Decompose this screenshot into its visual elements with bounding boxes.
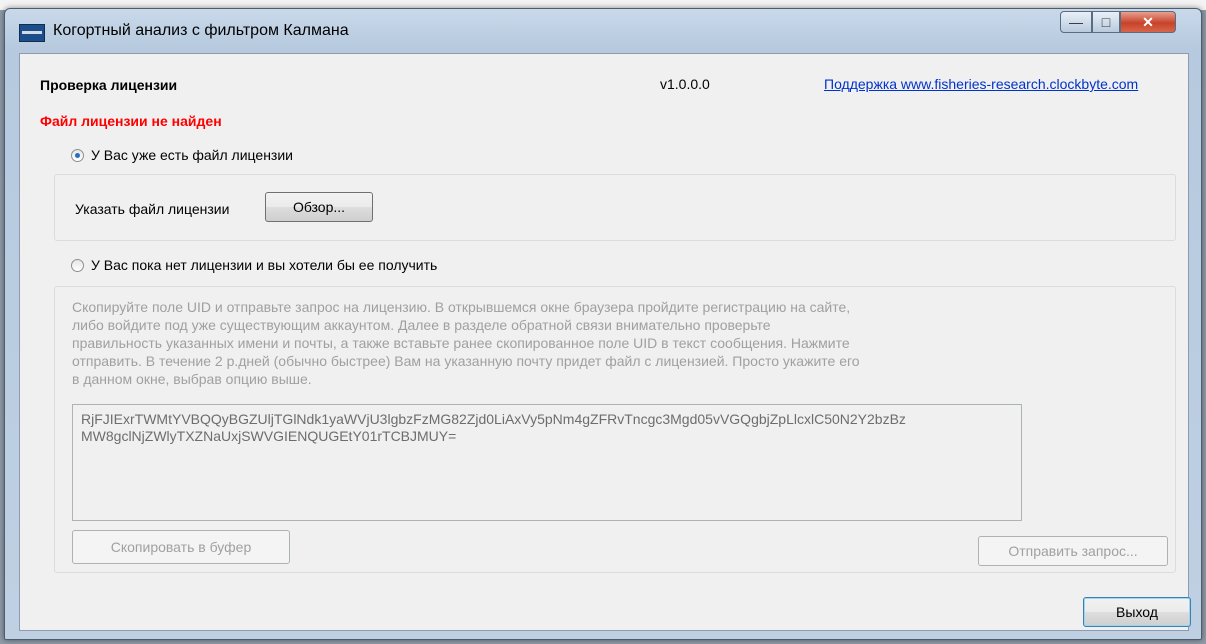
window-title: Когортный анализ с фильтром Калмана: [53, 22, 349, 39]
uid-field[interactable]: RjFJIExrTWMtYVBQQyBGZUljTGlNdk1yaWVjU3lg…: [72, 404, 1022, 521]
maximize-icon: □: [1101, 14, 1111, 30]
browse-button[interactable]: Обзор...: [265, 192, 373, 222]
support-link[interactable]: Поддержка www.fisheries-research.clockby…: [824, 76, 1138, 92]
license-file-group: Указать файл лицензии Обзор...: [54, 174, 1176, 241]
close-button[interactable]: ✕: [1120, 11, 1176, 33]
radio-has-license[interactable]: [71, 149, 84, 162]
minimize-button[interactable]: —: [1060, 11, 1092, 33]
license-error-message: Файл лицензии не найден: [40, 113, 222, 129]
page-title: Проверка лицензии: [40, 77, 178, 93]
close-icon: ✕: [1142, 14, 1154, 30]
send-request-button[interactable]: Отправить запрос...: [978, 536, 1168, 566]
dialog-body: Проверка лицензии v1.0.0.0 Поддержка www…: [19, 53, 1191, 631]
exit-button[interactable]: Выход: [1083, 597, 1191, 627]
maximize-button[interactable]: □: [1092, 11, 1120, 33]
version-label: v1.0.0.0: [660, 76, 710, 92]
app-icon: [19, 24, 45, 42]
title-bar[interactable]: Когортный анализ с фильтром Калмана — □ …: [5, 9, 1201, 51]
minimize-icon: —: [1069, 14, 1083, 30]
license-window: Когортный анализ с фильтром Калмана — □ …: [4, 8, 1202, 640]
request-instructions: Скопируйте поле UID и отправьте запрос н…: [72, 299, 860, 387]
copy-to-clipboard-button[interactable]: Скопировать в буфер: [72, 530, 290, 564]
radio-request-license[interactable]: [71, 259, 84, 272]
radio-request-license-label[interactable]: У Вас пока нет лицензии и вы хотели бы е…: [91, 257, 437, 273]
radio-has-license-label[interactable]: У Вас уже есть файл лицензии: [91, 147, 293, 163]
license-file-label: Указать файл лицензии: [75, 201, 230, 217]
